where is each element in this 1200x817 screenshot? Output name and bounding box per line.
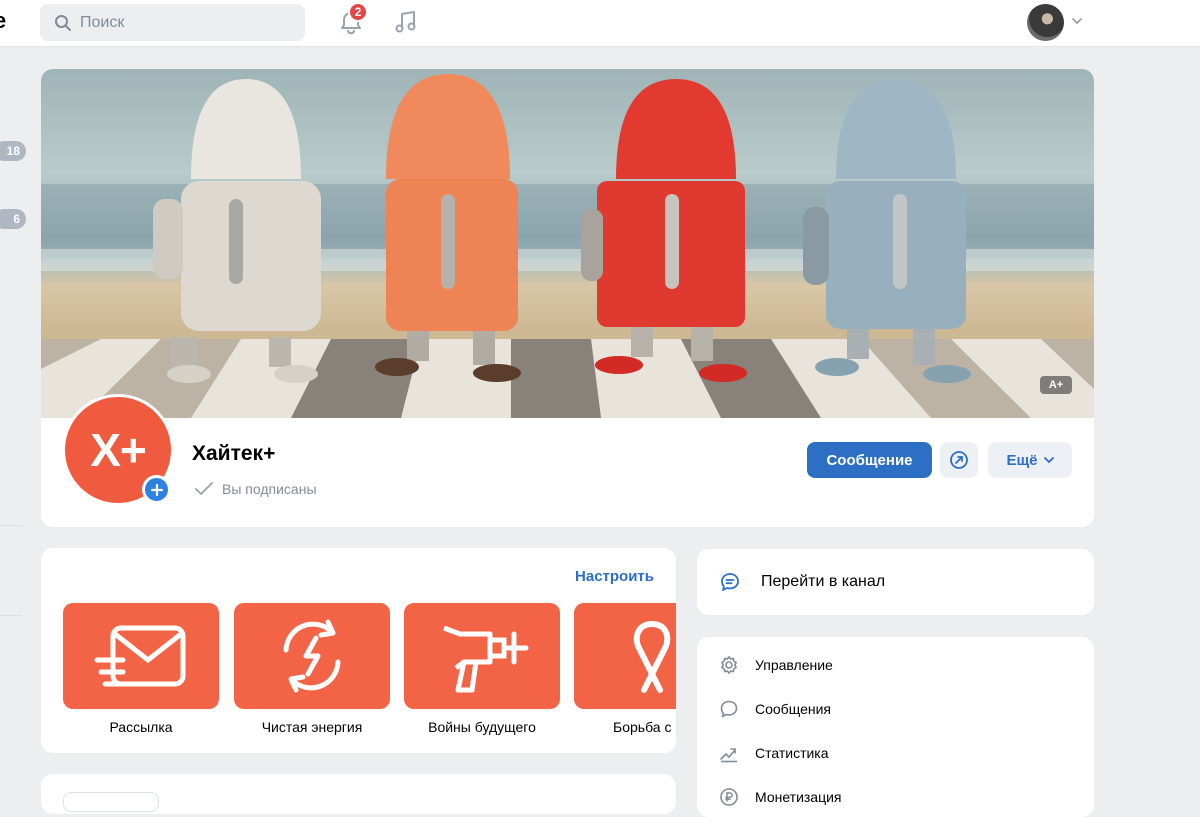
cover-illustration [41, 74, 1094, 418]
search-icon [55, 14, 71, 31]
sidebar-counter: 18 [0, 141, 26, 161]
plus-icon [150, 483, 163, 496]
group-header-card: A+ X+ Хайтек+ Вы подписаны Сообщение Ещё [41, 69, 1094, 527]
message-button[interactable]: Сообщение [807, 442, 932, 478]
configure-link[interactable]: Настроить [575, 568, 654, 585]
cover-image[interactable]: A+ [41, 69, 1094, 418]
topic-label: Борьба с ра [613, 719, 676, 735]
topics-card: Настроить Рассылка Чистая энергия Войны … [41, 548, 676, 753]
menu-item-label: Монетизация [755, 789, 842, 805]
topic-tile[interactable] [63, 603, 219, 709]
ruble-coin-icon [720, 788, 738, 806]
subscription-label: Вы подписаны [222, 481, 317, 497]
more-button[interactable]: Ещё [988, 442, 1072, 478]
notifications-badge: 2 [348, 2, 368, 22]
topic-item[interactable]: Войны будущего [404, 603, 560, 735]
chat-bubble-icon [720, 700, 738, 718]
topic-label: Рассылка [109, 719, 173, 735]
ray-gun-icon [443, 625, 529, 693]
subscription-status[interactable]: Вы подписаны [194, 481, 317, 497]
search-input[interactable]: Поиск [40, 4, 305, 41]
chevron-down-icon[interactable] [1071, 16, 1083, 26]
ribbon-icon [633, 621, 671, 693]
cover-badge: A+ [1040, 376, 1072, 394]
channel-label: Перейти в канал [761, 573, 886, 590]
music-icon[interactable] [393, 9, 419, 35]
chart-trend-icon [720, 748, 737, 763]
management-menu: Управление Сообщения Статистика Монетиза… [697, 637, 1094, 817]
menu-item-label: Управление [755, 657, 833, 673]
feed-tab[interactable] [63, 792, 159, 812]
go-to-channel-button[interactable]: Перейти в канал [697, 549, 1094, 615]
share-button[interactable] [940, 442, 978, 478]
chevron-down-icon [1043, 457, 1054, 464]
sidebar-divider [0, 615, 22, 616]
topic-item[interactable]: Чистая энергия [234, 603, 390, 735]
menu-item-label: Сообщения [755, 701, 831, 717]
topic-item[interactable]: Рассылка [63, 603, 219, 735]
add-avatar-button[interactable] [142, 475, 171, 504]
menu-item-messages[interactable]: Сообщения [719, 699, 831, 719]
group-avatar-text: X+ [90, 424, 147, 476]
menu-item-statistics[interactable]: Статистика [719, 743, 829, 763]
menu-item-management[interactable]: Управление [719, 655, 833, 675]
gear-icon [721, 656, 737, 674]
checkmark-icon [195, 482, 213, 496]
user-avatar[interactable] [1027, 4, 1064, 41]
search-placeholder: Поиск [80, 13, 125, 31]
topic-tile[interactable] [234, 603, 390, 709]
top-bar: e Поиск 2 [0, 0, 1200, 47]
sidebar-counter: 6 [0, 209, 26, 229]
topic-item[interactable]: Борьба с ра [574, 603, 676, 735]
chat-bubble-icon [721, 573, 739, 591]
topic-tile[interactable] [574, 603, 676, 709]
energy-cycle-icon [283, 619, 341, 693]
menu-item-label: Статистика [755, 745, 829, 761]
share-arrow-icon [950, 451, 968, 469]
logo-fragment[interactable]: e [0, 8, 6, 34]
topic-label: Войны будущего [428, 719, 536, 735]
menu-item-monetization[interactable]: Монетизация [719, 787, 842, 807]
topic-tile[interactable] [404, 603, 560, 709]
envelope-icon [94, 625, 186, 687]
topic-label: Чистая энергия [261, 719, 363, 735]
group-name: Хайтек+ [192, 442, 276, 465]
more-button-label: Ещё [1006, 451, 1038, 469]
feed-card [41, 774, 676, 814]
sidebar-divider [0, 525, 22, 526]
